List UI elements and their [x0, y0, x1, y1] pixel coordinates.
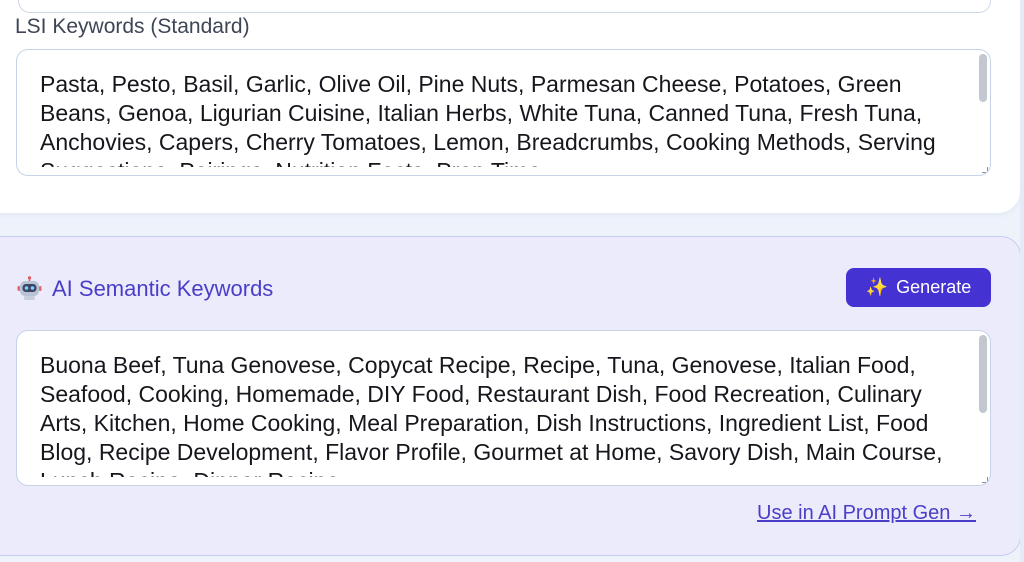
- resize-handle[interactable]: [982, 477, 988, 483]
- sparkles-icon: ✨: [865, 277, 889, 297]
- scrollbar[interactable]: [979, 54, 987, 102]
- lsi-keywords-text[interactable]: Pasta, Pesto, Basil, Garlic, Olive Oil, …: [40, 70, 960, 167]
- lsi-keywords-textarea[interactable]: Pasta, Pesto, Basil, Garlic, Olive Oil, …: [16, 49, 991, 176]
- ai-semantic-title: AI Semantic Keywords: [52, 276, 274, 301]
- robot-icon: [17, 276, 42, 300]
- scrollbar[interactable]: [979, 335, 987, 413]
- previous-field[interactable]: [18, 0, 991, 13]
- window-edge: [1020, 0, 1024, 562]
- ai-keywords-text[interactable]: Buona Beef, Tuna Genovese, Copycat Recip…: [40, 351, 960, 477]
- generate-button[interactable]: ✨ Generate: [846, 268, 991, 307]
- use-in-ai-prompt-gen-link[interactable]: Use in AI Prompt Gen →: [757, 502, 976, 525]
- ai-keywords-textarea[interactable]: Buona Beef, Tuna Genovese, Copycat Recip…: [16, 330, 991, 486]
- lsi-label: LSI Keywords (Standard): [15, 15, 250, 38]
- generate-label: Generate: [896, 277, 972, 297]
- resize-handle[interactable]: [982, 167, 988, 173]
